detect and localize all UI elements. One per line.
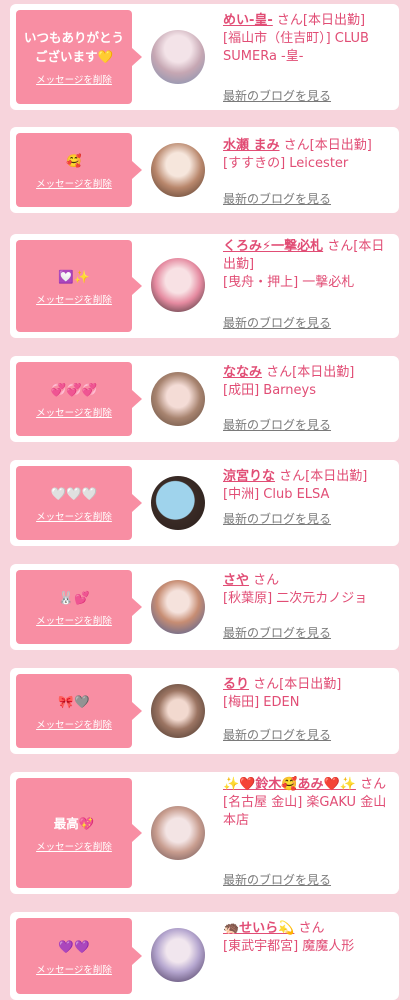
cast-card: いつもありがとうございます💛 メッセージを削除 めい-皇- さん[本日出勤] [… (10, 4, 399, 110)
cast-info: 涼宮りな さん[本日出勤] [中洲] Club ELSA (223, 468, 395, 504)
delete-message-link[interactable]: メッセージを削除 (36, 839, 112, 853)
message-bubble: 最高💖 メッセージを削除 (16, 778, 142, 888)
avatar[interactable] (151, 372, 205, 426)
cast-name-link[interactable]: 涼宮りな (223, 469, 275, 484)
latest-blog-link[interactable]: 最新のブログを見る (223, 510, 331, 527)
cast-name-link[interactable]: 水瀬 まみ (223, 138, 280, 153)
cast-card: 💜💜 メッセージを削除 🦔せいら💫 さん [東武宇都宮] 魔魔人形 (10, 912, 399, 1000)
shop-name: [成田] Barneys (223, 383, 316, 398)
delete-message-link[interactable]: メッセージを削除 (36, 176, 112, 190)
shop-name: [名古屋 金山] 楽GAKU 金山本店 (223, 795, 387, 828)
cast-card: 最高💖 メッセージを削除 ✨❤️鈴木🥰あみ❤️✨ さん [名古屋 金山] 楽GA… (10, 772, 399, 894)
cast-card: 🎀🩶 メッセージを削除 るり さん[本日出勤] [梅田] EDEN 最新のブログ… (10, 668, 399, 754)
message-bubble: 🤍🤍🤍 メッセージを削除 (16, 466, 142, 540)
latest-blog-link[interactable]: 最新のブログを見る (223, 726, 331, 743)
avatar[interactable] (151, 806, 205, 860)
shop-name: [秋葉原] 二次元カノジョ (223, 591, 368, 606)
message-bubble: 🥰 メッセージを削除 (16, 133, 142, 207)
cast-status: さん (355, 777, 387, 792)
avatar[interactable] (151, 143, 205, 197)
latest-blog-link[interactable]: 最新のブログを見る (223, 87, 331, 104)
shop-name: [福山市（住吉町）] CLUB SUMERa -皇- (223, 31, 369, 64)
cast-name-link[interactable]: めい-皇- (223, 13, 273, 28)
cast-info: くろみ⚡一撃必札 さん[本日出勤] [曳舟・押上] 一撃必札 (223, 238, 395, 292)
message-text: 🤍🤍🤍 (50, 485, 98, 501)
message-bubble: いつもありがとうございます💛 メッセージを削除 (16, 10, 142, 104)
shop-name: [すすきの] Leicester (223, 156, 349, 171)
shop-name: [梅田] EDEN (223, 695, 300, 710)
message-text: 最高💖 (53, 815, 95, 831)
cast-name-link[interactable]: ✨❤️鈴木🥰あみ❤️✨ (223, 777, 356, 792)
cast-card: 🥰 メッセージを削除 水瀬 まみ さん[本日出勤] [すすきの] Leicest… (10, 127, 399, 213)
avatar[interactable] (151, 928, 205, 982)
avatar[interactable] (151, 258, 205, 312)
cast-name-link[interactable]: さや (223, 573, 249, 588)
cast-name-link[interactable]: るり (223, 677, 249, 692)
delete-message-link[interactable]: メッセージを削除 (36, 509, 112, 523)
delete-message-link[interactable]: メッセージを削除 (36, 72, 112, 86)
cast-info: さや さん [秋葉原] 二次元カノジョ (223, 572, 395, 608)
message-text: 💜💜 (58, 938, 90, 954)
avatar[interactable] (151, 30, 205, 84)
cast-status: さん (249, 573, 280, 588)
latest-blog-link[interactable]: 最新のブログを見る (223, 416, 331, 433)
avatar[interactable] (151, 580, 205, 634)
shop-name: [曳舟・押上] 一撃必札 (223, 275, 355, 290)
cast-info: るり さん[本日出勤] [梅田] EDEN (223, 676, 395, 712)
message-bubble: 💟✨ メッセージを削除 (16, 240, 142, 332)
cast-status: さん[本日出勤] (272, 13, 366, 28)
message-text: 🎀🩶 (58, 693, 90, 709)
cast-info: 水瀬 まみ さん[本日出勤] [すすきの] Leicester (223, 137, 395, 173)
cast-info: 🦔せいら💫 さん [東武宇都宮] 魔魔人形 (223, 920, 395, 956)
latest-blog-link[interactable]: 最新のブログを見る (223, 871, 331, 888)
message-bubble: 🐰💕 メッセージを削除 (16, 570, 142, 644)
cast-card: 💞💞💞 メッセージを削除 ななみ さん[本日出勤] [成田] Barneys 最… (10, 356, 399, 442)
delete-message-link[interactable]: メッセージを削除 (36, 292, 112, 306)
cast-info: ななみ さん[本日出勤] [成田] Barneys (223, 364, 395, 400)
message-text: 🐰💕 (58, 589, 90, 605)
latest-blog-link[interactable]: 最新のブログを見る (223, 190, 331, 207)
cast-card: 🐰💕 メッセージを削除 さや さん [秋葉原] 二次元カノジョ 最新のブログを見… (10, 564, 399, 650)
message-bubble: 💞💞💞 メッセージを削除 (16, 362, 142, 436)
cast-status: さん[本日出勤] (262, 365, 355, 380)
message-text: いつもありがとうございます💛 (23, 30, 124, 64)
delete-message-link[interactable]: メッセージを削除 (36, 962, 112, 976)
cast-name-link[interactable]: くろみ⚡一撃必札 (223, 239, 323, 254)
cast-card: 🤍🤍🤍 メッセージを削除 涼宮りな さん[本日出勤] [中洲] Club ELS… (10, 460, 399, 546)
delete-message-link[interactable]: メッセージを削除 (36, 613, 112, 627)
message-bubble: 💜💜 メッセージを削除 (16, 918, 142, 994)
latest-blog-link[interactable]: 最新のブログを見る (223, 624, 331, 641)
message-text: 💟✨ (58, 268, 90, 284)
shop-name: [東武宇都宮] 魔魔人形 (223, 939, 355, 954)
message-list: いつもありがとうございます💛 メッセージを削除 めい-皇- さん[本日出勤] [… (0, 0, 410, 1000)
message-bubble: 🎀🩶 メッセージを削除 (16, 674, 142, 748)
cast-info: めい-皇- さん[本日出勤] [福山市（住吉町）] CLUB SUMERa -皇… (223, 12, 395, 66)
latest-blog-link[interactable]: 最新のブログを見る (223, 314, 331, 331)
cast-status: さん[本日出勤] (279, 138, 372, 153)
cast-info: ✨❤️鈴木🥰あみ❤️✨ さん [名古屋 金山] 楽GAKU 金山本店 (223, 776, 395, 830)
delete-message-link[interactable]: メッセージを削除 (36, 717, 112, 731)
message-text: 🥰 (66, 152, 82, 168)
cast-name-link[interactable]: ななみ (223, 365, 262, 380)
cast-status: さん[本日出勤] (275, 469, 368, 484)
avatar[interactable] (151, 684, 205, 738)
shop-name: [中洲] Club ELSA (223, 487, 330, 502)
cast-card: 💟✨ メッセージを削除 くろみ⚡一撃必札 さん[本日出勤] [曳舟・押上] 一撃… (10, 234, 399, 338)
cast-status: さん (294, 921, 325, 936)
cast-name-link[interactable]: 🦔せいら💫 (223, 921, 294, 936)
delete-message-link[interactable]: メッセージを削除 (36, 405, 112, 419)
message-text: 💞💞💞 (50, 381, 98, 397)
cast-status: さん[本日出勤] (249, 677, 342, 692)
avatar[interactable] (151, 476, 205, 530)
